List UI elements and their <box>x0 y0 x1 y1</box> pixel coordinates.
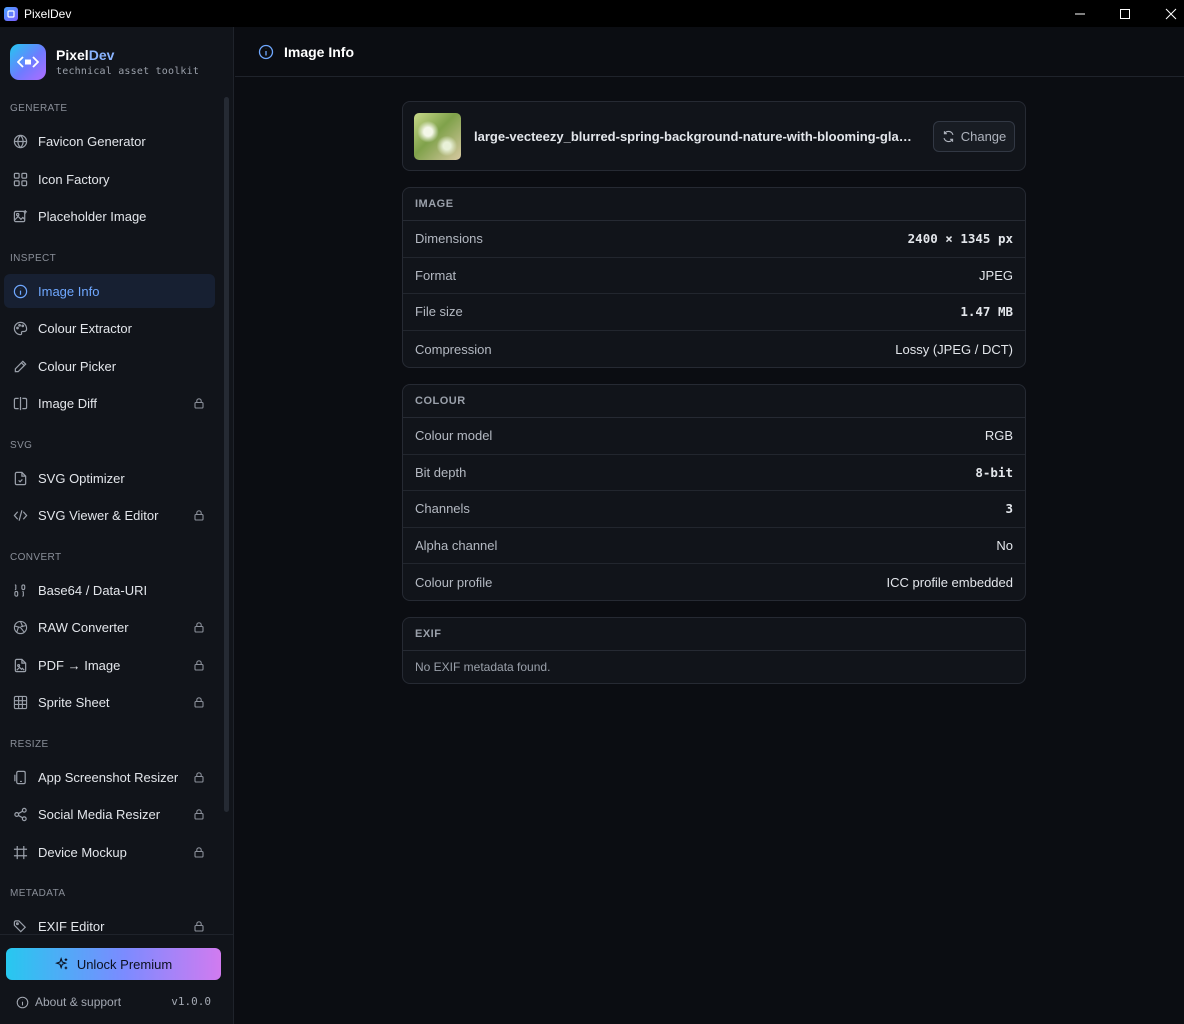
minimize-icon <box>1075 13 1085 14</box>
brand-tagline: technical asset toolkit <box>56 66 200 77</box>
lock-icon <box>193 696 205 708</box>
split-icon <box>12 395 28 411</box>
image-section: IMAGE Dimensions 2400 × 1345 px Format JPE… <box>402 187 1026 368</box>
page-title: Image Info <box>284 43 355 60</box>
sidebar-item-base64-data-uri[interactable]: Base64 / Data-URI <box>4 573 215 607</box>
image-plus-icon <box>12 208 28 224</box>
sidebar-item-svg-viewer-editor[interactable]: SVG Viewer & Editor <box>4 498 215 532</box>
share-icon <box>12 806 28 822</box>
section-label-metadata: METADATA <box>10 888 66 899</box>
globe-icon <box>12 133 28 149</box>
lock-icon <box>193 397 205 409</box>
aperture-icon <box>12 619 28 635</box>
about-support-link[interactable]: About & support <box>16 995 121 1009</box>
sidebar-item-pdf-to-image[interactable]: PDF → Image <box>4 648 215 682</box>
section-label-svg: SVG <box>10 440 33 451</box>
lock-icon <box>193 509 205 521</box>
title-bar: PixelDev <box>0 0 1184 27</box>
brand-logo <box>10 44 46 80</box>
section-title: EXIF <box>403 618 1025 651</box>
refresh-icon <box>943 130 954 143</box>
info-icon <box>12 283 28 299</box>
info-row-compression: Compression Lossy (JPEG / DCT) <box>415 341 1013 357</box>
sparkles-icon <box>54 957 68 970</box>
info-row-alpha-channel: Alpha channel No <box>403 528 1025 565</box>
lock-icon <box>193 808 205 820</box>
minimize-button[interactable] <box>1057 0 1103 27</box>
section-label-inspect: INSPECT <box>10 253 57 264</box>
sidebar-item-svg-optimizer[interactable]: SVG Optimizer <box>4 461 215 495</box>
brand: PixelDev technical asset toolkit <box>10 44 199 80</box>
file-image-icon <box>12 657 28 673</box>
sidebar-scrollbar[interactable] <box>224 97 229 812</box>
info-row-format: Format JPEG <box>403 258 1025 295</box>
frame-icon <box>12 844 28 860</box>
section-label-convert: CONVERT <box>10 552 62 563</box>
info-icon <box>258 44 274 59</box>
page-header: Image Info <box>235 27 1184 77</box>
close-button[interactable] <box>1148 0 1184 27</box>
file-name: large-vecteezy_blurred-spring-background… <box>474 129 919 144</box>
info-row-colour-profile: Colour profile ICC profile embedded <box>415 575 1013 591</box>
sprite-grid-icon <box>12 694 28 710</box>
close-icon <box>1165 8 1177 19</box>
palette-icon <box>12 320 28 336</box>
sidebar: PixelDev technical asset toolkit GENERAT… <box>0 27 234 1024</box>
info-row-colour-model: Colour model RGB <box>403 418 1025 455</box>
lock-icon <box>193 846 205 858</box>
binary-icon <box>12 582 28 598</box>
lock-icon <box>193 771 205 783</box>
lock-icon <box>193 621 205 633</box>
maximize-icon <box>1120 8 1130 19</box>
phone-icon <box>12 769 28 785</box>
lock-icon <box>193 659 205 671</box>
brand-name: PixelDev <box>56 47 115 63</box>
colour-section: COLOUR Colour model RGB Bit depth 8-bit Ch… <box>402 384 1026 601</box>
info-row-dimensions: Dimensions 2400 × 1345 px <box>403 221 1025 258</box>
section-title: IMAGE <box>403 188 1025 221</box>
tag-icon <box>12 918 28 934</box>
eyedropper-icon <box>12 358 28 374</box>
maximize-button[interactable] <box>1102 0 1148 27</box>
lock-icon <box>193 920 205 932</box>
info-row-channels: Channels 3 <box>403 491 1025 528</box>
sidebar-item-colour-extractor[interactable]: Colour Extractor <box>4 311 215 345</box>
grid-icon <box>12 171 28 187</box>
app-icon <box>4 6 18 21</box>
section-label-generate: GENERATE <box>10 103 68 114</box>
sidebar-item-sprite-sheet[interactable]: Sprite Sheet <box>4 685 215 719</box>
sidebar-footer: Unlock Premium About & support v1.0.0 <box>0 934 233 1024</box>
version-label: v1.0.0 <box>171 995 211 1008</box>
section-title: COLOUR <box>403 385 1025 418</box>
sidebar-item-colour-picker[interactable]: Colour Picker <box>4 349 215 383</box>
code-icon <box>12 507 28 523</box>
info-row-bit-depth: Bit depth 8-bit <box>403 455 1025 492</box>
sidebar-item-image-info[interactable]: Image Info <box>4 274 215 308</box>
sidebar-item-image-diff[interactable]: Image Diff <box>4 386 215 420</box>
code-brackets-icon <box>17 56 39 68</box>
change-file-button[interactable]: Change <box>933 121 1015 152</box>
sidebar-item-icon-factory[interactable]: Icon Factory <box>4 162 215 196</box>
sidebar-item-favicon-generator[interactable]: Favicon Generator <box>4 124 215 158</box>
file-icon <box>12 470 28 486</box>
info-row-file-size: File size 1.47 MB <box>403 294 1025 331</box>
unlock-premium-button[interactable]: Unlock Premium <box>6 948 221 980</box>
image-thumbnail <box>414 113 461 160</box>
sidebar-item-raw-converter[interactable]: RAW Converter <box>4 610 215 644</box>
window-title: PixelDev <box>24 6 72 21</box>
sidebar-item-device-mockup[interactable]: Device Mockup <box>4 835 215 869</box>
sidebar-item-social-media-resizer[interactable]: Social Media Resizer <box>4 797 215 831</box>
sidebar-item-placeholder-image[interactable]: Placeholder Image <box>4 199 215 233</box>
info-icon <box>16 996 29 1008</box>
exif-empty-message: No EXIF metadata found. <box>415 660 551 674</box>
exif-section: EXIF No EXIF metadata found. <box>402 617 1026 684</box>
file-card: large-vecteezy_blurred-spring-background… <box>402 101 1026 171</box>
section-label-resize: RESIZE <box>10 739 49 750</box>
sidebar-item-app-screenshot-resizer[interactable]: App Screenshot Resizer <box>4 760 215 794</box>
